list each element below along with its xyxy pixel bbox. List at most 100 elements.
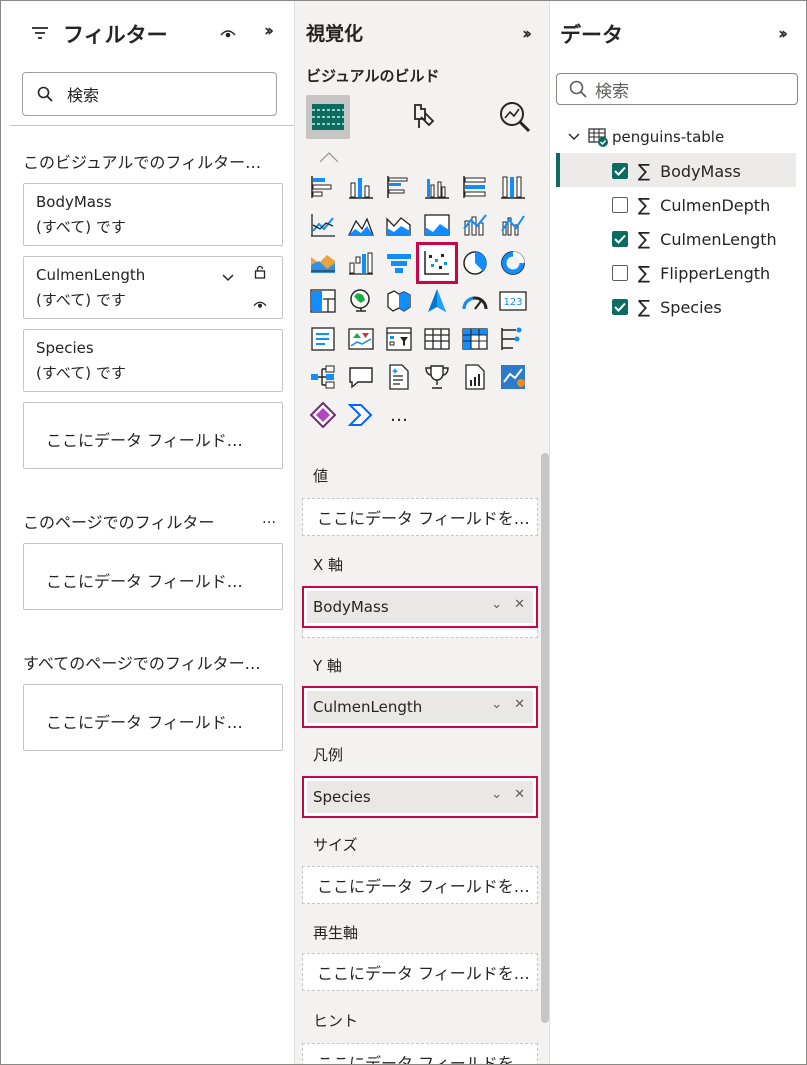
- field-row-culmenlength[interactable]: ∑ CulmenLength: [612, 224, 777, 254]
- chevron-down-icon[interactable]: ⌄: [491, 597, 502, 612]
- kpi-icon[interactable]: [344, 322, 378, 356]
- eye-icon[interactable]: [220, 25, 236, 44]
- table-node[interactable]: penguins-table: [568, 122, 724, 152]
- drop-placeholder: ここにデータ フィールドを…: [317, 877, 530, 896]
- filter-card-field: CulmenLength: [36, 266, 146, 284]
- gauge-icon[interactable]: [458, 284, 492, 318]
- visual-filter-drop-zone[interactable]: ここにデータ フィールド…: [23, 402, 283, 469]
- filter-card-value: (すべて) です: [36, 291, 126, 309]
- field-name: Species: [660, 297, 722, 317]
- field-checkbox[interactable]: [612, 163, 628, 179]
- filter-card-value: (すべて) です: [36, 218, 126, 236]
- field-checkbox[interactable]: [612, 265, 628, 281]
- map-icon[interactable]: [344, 284, 378, 318]
- waterfall-chart-icon[interactable]: [344, 246, 378, 280]
- field-checkbox[interactable]: [612, 197, 628, 213]
- decomposition-tree-icon[interactable]: [496, 322, 530, 356]
- field-row-culmendepth[interactable]: ∑ CulmenDepth: [612, 190, 770, 220]
- 100-stacked-area-chart-icon[interactable]: [420, 208, 454, 242]
- remove-field-icon[interactable]: ✕: [514, 697, 525, 712]
- goals-trophy-icon[interactable]: [420, 360, 454, 394]
- legend-field-pill[interactable]: Species ⌄ ✕: [302, 776, 538, 818]
- wells-scrollbar[interactable]: [541, 453, 549, 1023]
- paginated-report-icon[interactable]: [458, 360, 492, 394]
- lock-icon[interactable]: [254, 264, 266, 283]
- data-search-input[interactable]: 検索: [556, 73, 798, 105]
- field-checkbox[interactable]: [612, 231, 628, 247]
- tab-format-visual[interactable]: [401, 95, 445, 139]
- stacked-area-chart-icon[interactable]: [382, 208, 416, 242]
- power-apps-icon[interactable]: [306, 398, 340, 432]
- play-axis-drop-zone[interactable]: ここにデータ フィールドを…: [302, 953, 538, 991]
- sigma-icon: ∑: [638, 160, 651, 182]
- field-row-species[interactable]: ∑ Species: [612, 292, 722, 322]
- field-row-bodymass[interactable]: ∑ BodyMass: [612, 156, 741, 186]
- collapse-data-icon[interactable]: ››: [778, 24, 788, 44]
- power-automate-arcgis-icon[interactable]: [496, 360, 530, 394]
- all-pages-filter-drop-zone[interactable]: ここにデータ フィールド…: [23, 684, 283, 751]
- card-icon[interactable]: 123: [496, 284, 530, 318]
- filter-card-species[interactable]: Species (すべて) です: [23, 329, 283, 392]
- field-name: CulmenLength: [660, 229, 777, 249]
- field-checkbox[interactable]: [612, 299, 628, 315]
- line-and-clustered-column-icon[interactable]: [496, 208, 530, 242]
- azure-map-icon[interactable]: [420, 284, 454, 318]
- remove-field-icon[interactable]: ✕: [514, 787, 525, 802]
- drop-placeholder: ここにデータ フィールドを…: [317, 964, 530, 983]
- clustered-bar-chart-icon[interactable]: [382, 170, 416, 204]
- filter-card-culmenlength[interactable]: CulmenLength (すべて) です: [23, 256, 283, 319]
- eye-icon[interactable]: [253, 295, 267, 314]
- matrix-icon[interactable]: [458, 322, 492, 356]
- well-label-size: サイズ: [313, 836, 358, 854]
- remove-field-icon[interactable]: ✕: [514, 597, 525, 612]
- tooltips-drop-zone[interactable]: ここにデータ フィールドを…: [302, 1043, 538, 1064]
- key-influencers-icon[interactable]: [306, 360, 340, 394]
- page-filters-more-icon[interactable]: …: [262, 511, 277, 527]
- table-icon[interactable]: [420, 322, 454, 356]
- values-drop-zone[interactable]: ここにデータ フィールドを…: [302, 498, 538, 536]
- chevron-down-icon[interactable]: ⌄: [491, 697, 502, 712]
- area-chart-icon[interactable]: [344, 208, 378, 242]
- funnel-chart-icon[interactable]: [382, 246, 416, 280]
- collapse-filters-icon[interactable]: ››: [264, 21, 274, 41]
- all-pages-filters-heading: すべてのページでのフィルター…: [23, 654, 261, 673]
- stacked-bar-chart-icon[interactable]: [306, 170, 340, 204]
- slicer-icon[interactable]: [382, 322, 416, 356]
- qa-icon[interactable]: [344, 360, 378, 394]
- tab-analytics[interactable]: [493, 95, 537, 139]
- x-axis-field-pill[interactable]: BodyMass ⌄ ✕: [302, 586, 538, 628]
- visualizations-pane: 視覚化 ›› ビジュアルのビルド 123 … 値 ここにデータ フィールドを… …: [294, 1, 550, 1064]
- chevron-down-icon[interactable]: [222, 267, 234, 286]
- treemap-icon[interactable]: [306, 284, 340, 318]
- smart-narrative-icon[interactable]: [382, 360, 416, 394]
- y-axis-field-pill[interactable]: CulmenLength ⌄ ✕: [302, 686, 538, 728]
- chevron-down-icon[interactable]: ⌄: [491, 787, 502, 802]
- 100-stacked-bar-chart-icon[interactable]: [458, 170, 492, 204]
- scatter-chart-icon[interactable]: [416, 242, 458, 284]
- 100-stacked-column-chart-icon[interactable]: [496, 170, 530, 204]
- line-chart-icon[interactable]: [306, 208, 340, 242]
- filters-search-input[interactable]: 検索: [22, 72, 277, 116]
- drop-placeholder: ここにデータ フィールドを…: [317, 1054, 530, 1064]
- well-label-legend: 凡例: [313, 746, 344, 764]
- donut-chart-icon[interactable]: [496, 246, 530, 280]
- field-row-flipperlength[interactable]: ∑ FlipperLength: [612, 258, 770, 288]
- field-name: FlipperLength: [660, 263, 771, 283]
- line-and-stacked-column-icon[interactable]: [458, 208, 492, 242]
- clustered-column-chart-icon[interactable]: [420, 170, 454, 204]
- chevron-down-icon[interactable]: [568, 133, 580, 141]
- ribbon-chart-icon[interactable]: [306, 246, 340, 280]
- multi-row-card-icon[interactable]: [306, 322, 340, 356]
- field-wells: 値 ここにデータ フィールドを… X 軸 BodyMass ⌄ ✕ Y 軸 Cul…: [295, 449, 543, 1064]
- power-automate-icon[interactable]: [344, 398, 378, 432]
- more-visuals-icon[interactable]: …: [382, 398, 416, 432]
- size-drop-zone[interactable]: ここにデータ フィールドを…: [302, 866, 538, 904]
- page-filter-drop-zone[interactable]: ここにデータ フィールド…: [23, 543, 283, 610]
- filter-card-bodymass[interactable]: BodyMass (すべて) です: [23, 183, 283, 246]
- stacked-column-chart-icon[interactable]: [344, 170, 378, 204]
- filled-map-icon[interactable]: [382, 284, 416, 318]
- collapse-visualizations-icon[interactable]: ››: [522, 24, 532, 44]
- tab-pointer: [319, 147, 339, 163]
- pie-chart-icon[interactable]: [458, 246, 492, 280]
- tab-build-visual[interactable]: [306, 95, 350, 139]
